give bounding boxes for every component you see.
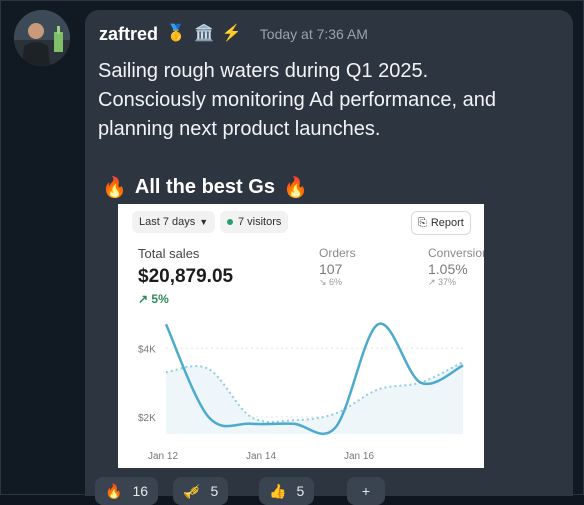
add-reaction-button[interactable]: + — [347, 477, 385, 505]
x-tick-label: Jan 16 — [344, 451, 374, 462]
reaction-bar: 🔥 16 🎺 5 👍 5 + — [85, 475, 573, 505]
previous-period-area — [166, 362, 463, 434]
reaction-fire[interactable]: 🔥 16 — [95, 477, 159, 505]
y-tick-label: $2K — [138, 413, 156, 424]
bank-icon: 🏛️ — [193, 25, 214, 42]
lightning-icon: ⚡ — [221, 25, 242, 42]
chat-window: zaftred 🥇 🏛️ ⚡ Today at 7:36 AM Sailing … — [0, 0, 584, 505]
sales-line-chart: $4K $2K Jan 12 Jan 14 Jan 16 — [138, 322, 464, 462]
fire-icon: 🔥 — [102, 177, 127, 199]
gold-medal-icon: 🥇 — [166, 25, 186, 42]
avatar-image — [14, 10, 70, 66]
shout-text: All the best Gs — [134, 176, 275, 198]
reaction-count: 5 — [296, 483, 305, 499]
shout-line: 🔥 All the best Gs 🔥 — [102, 175, 308, 200]
reaction-trumpet[interactable]: 🎺 5 — [173, 477, 229, 505]
message-bubble: zaftred 🥇 🏛️ ⚡ Today at 7:36 AM Sailing … — [85, 10, 573, 505]
trumpet-icon: 🎺 — [183, 482, 201, 499]
message-header: zaftred 🥇 🏛️ ⚡ Today at 7:36 AM — [99, 23, 368, 45]
y-tick-label: $4K — [138, 344, 156, 355]
thumbs-up-icon: 👍 — [269, 482, 287, 499]
fire-icon: 🔥 — [282, 177, 308, 199]
username[interactable]: zaftred — [99, 24, 158, 45]
fire-icon: 🔥 — [105, 482, 123, 499]
x-tick-label: Jan 14 — [246, 451, 276, 462]
x-tick-label: Jan 12 — [148, 451, 178, 462]
plus-icon: + — [361, 483, 371, 499]
reaction-thumbs-up[interactable]: 👍 5 — [259, 477, 315, 505]
message-text: Sailing rough waters during Q1 2025. Con… — [98, 60, 496, 140]
avatar[interactable] — [14, 10, 70, 66]
reaction-count: 16 — [132, 483, 149, 499]
analytics-card-image[interactable]: Last 7 days ▼ 7 visitors ⎘ Report Total … — [118, 204, 484, 468]
reaction-count: 5 — [210, 483, 219, 499]
timestamp: Today at 7:36 AM — [259, 26, 368, 42]
